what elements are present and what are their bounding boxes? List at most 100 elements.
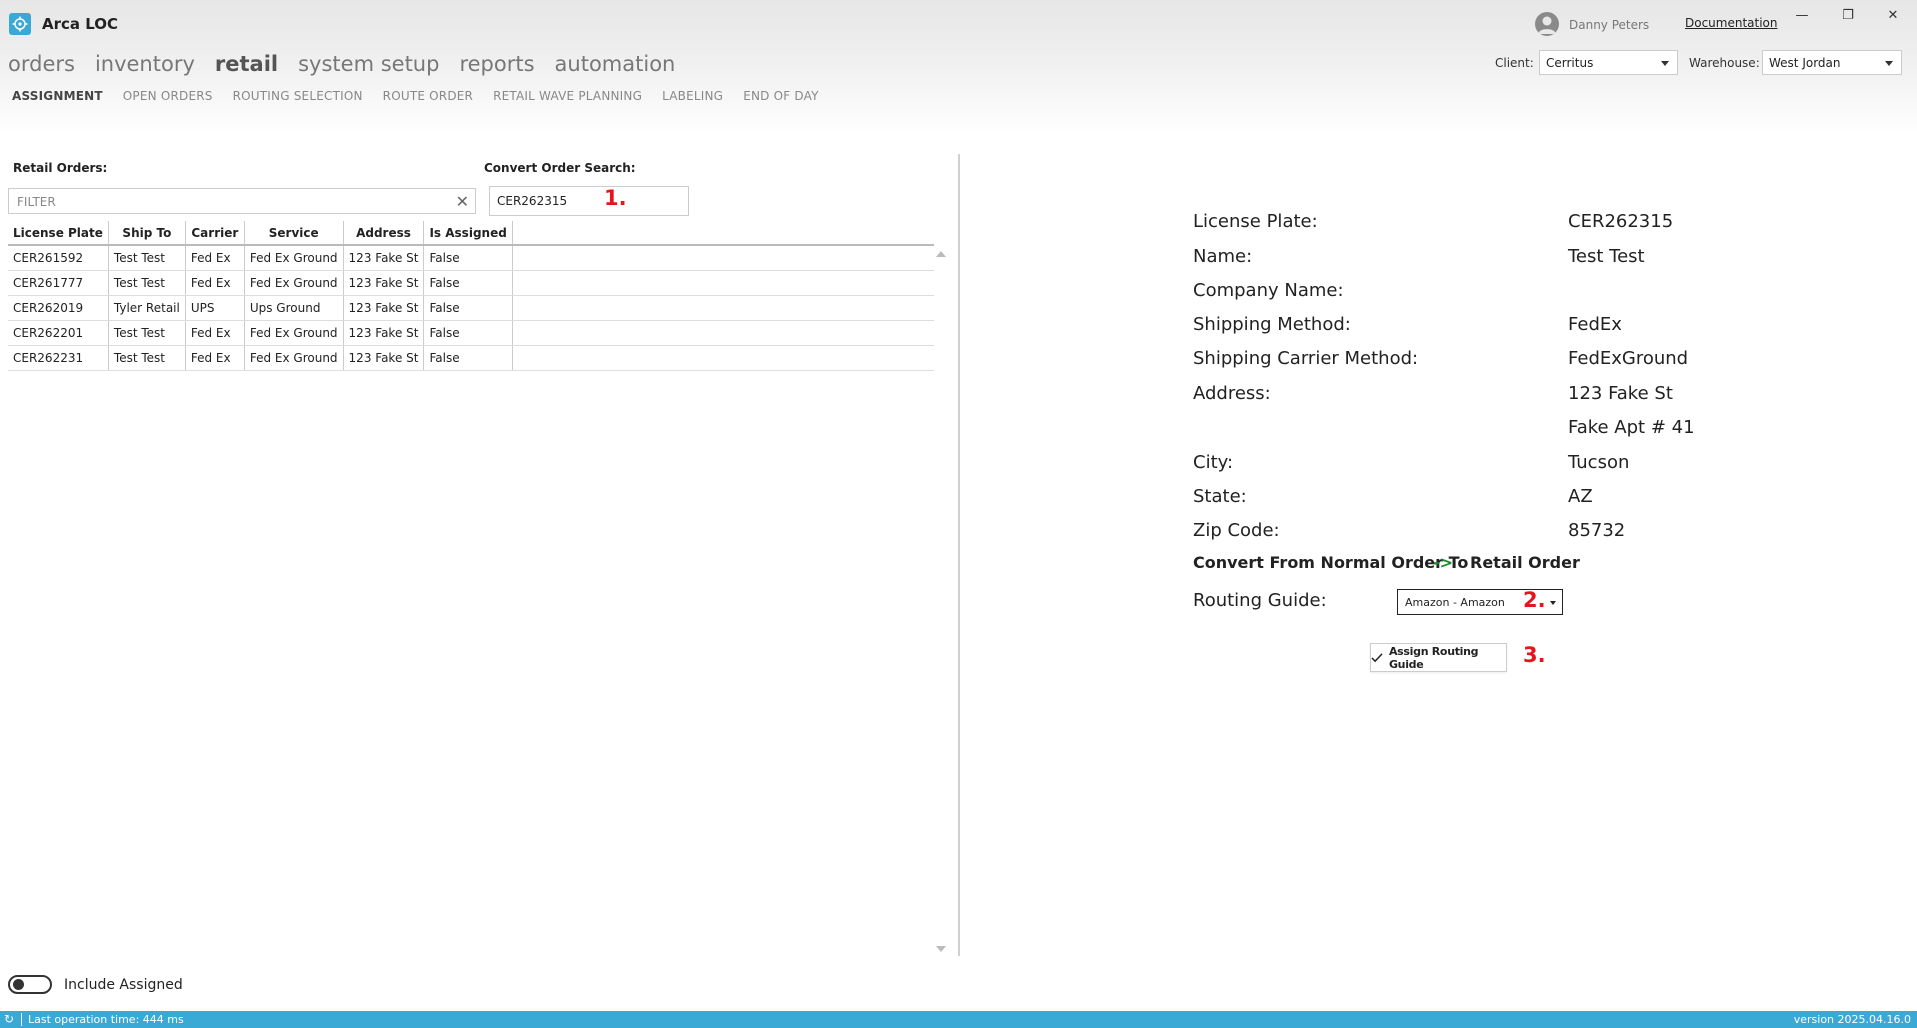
column-header-address[interactable]: Address — [343, 221, 425, 246]
client-select[interactable]: Cerritus — [1539, 50, 1678, 75]
cell-address: 123 Fake St — [343, 320, 425, 346]
cell-address: 123 Fake St — [343, 295, 425, 321]
minimize-button[interactable]: — — [1790, 6, 1814, 26]
address-line2-value: Fake Apt # 41 — [1568, 417, 1695, 438]
cell-service: Fed Ex Ground — [244, 245, 344, 271]
main-nav-system-setup[interactable]: system setup — [298, 52, 439, 76]
checkmark-icon — [1371, 653, 1383, 663]
column-header-ship-to[interactable]: Ship To — [108, 221, 186, 246]
cell-ship-to: Test Test — [108, 270, 186, 296]
cell-service: Fed Ex Ground — [244, 320, 344, 346]
chevron-down-icon — [1885, 61, 1893, 66]
main-nav-orders[interactable]: orders — [8, 52, 75, 76]
assign-routing-guide-button[interactable]: Assign Routing Guide — [1370, 643, 1507, 672]
warehouse-select[interactable]: West Jordan — [1762, 50, 1902, 75]
city-label: City: — [1193, 452, 1234, 473]
user-name: Danny Peters — [1569, 18, 1650, 32]
tab-open-orders[interactable]: OPEN ORDERS — [123, 89, 213, 103]
cell-license-plate: CER261777 — [8, 270, 109, 296]
tab-assignment[interactable]: ASSIGNMENT — [12, 89, 103, 103]
filter-input[interactable]: FILTER ✕ — [8, 188, 476, 214]
tab-route-order[interactable]: ROUTE ORDER — [383, 89, 473, 103]
tab-labeling[interactable]: LABELING — [662, 89, 723, 103]
convert-order-search-label: Convert Order Search: — [484, 161, 636, 175]
cell-carrier: Fed Ex — [185, 245, 245, 271]
convert-to-text: Retail Order — [1470, 553, 1580, 572]
cell-filler — [512, 295, 934, 321]
tab-retail-wave-planning[interactable]: RETAIL WAVE PLANNING — [493, 89, 642, 103]
main-nav: orders inventory retail system setup rep… — [8, 52, 695, 76]
cell-license-plate: CER262231 — [8, 345, 109, 371]
main-nav-automation[interactable]: automation — [555, 52, 676, 76]
cell-is-assigned: False — [423, 345, 513, 371]
shipping-carrier-method-value: FedExGround — [1568, 348, 1689, 369]
chevron-down-icon — [1550, 601, 1556, 605]
client-select-value: Cerritus — [1546, 56, 1594, 70]
panel-divider — [958, 154, 960, 956]
column-header-service[interactable]: Service — [244, 221, 344, 246]
clear-icon[interactable]: ✕ — [456, 192, 469, 211]
cell-ship-to: Test Test — [108, 245, 186, 271]
include-assigned-toggle[interactable] — [8, 975, 52, 994]
convert-arrow: -> — [1433, 553, 1454, 572]
filter-placeholder: FILTER — [17, 195, 56, 209]
convert-from-text: Convert From Normal Order To — [1193, 553, 1469, 572]
cell-address: 123 Fake St — [343, 345, 425, 371]
table-row[interactable]: CER262201 Test Test Fed Ex Fed Ex Ground… — [8, 320, 934, 346]
chevron-down-icon — [1661, 61, 1669, 66]
routing-guide-value: Amazon - Amazon — [1405, 596, 1505, 609]
city-value: Tucson — [1568, 452, 1630, 473]
status-bar: ↻ Last operation time: 444 ms version 20… — [0, 1011, 1917, 1028]
status-separator — [21, 1013, 22, 1026]
state-value: AZ — [1568, 486, 1593, 507]
cell-ship-to: Test Test — [108, 345, 186, 371]
main-nav-retail[interactable]: retail — [215, 52, 278, 76]
cell-license-plate: CER262201 — [8, 320, 109, 346]
toggle-knob — [13, 979, 24, 990]
main-nav-reports[interactable]: reports — [459, 52, 534, 76]
column-header-filler — [512, 221, 934, 246]
main-nav-inventory[interactable]: inventory — [95, 52, 195, 76]
column-header-license-plate[interactable]: License Plate — [8, 221, 109, 246]
license-plate-label: License Plate: — [1193, 211, 1318, 232]
table-row[interactable]: CER262231 Test Test Fed Ex Fed Ex Ground… — [8, 345, 934, 371]
column-header-carrier[interactable]: Carrier — [185, 221, 245, 246]
cell-carrier: Fed Ex — [185, 270, 245, 296]
scroll-down-arrow-icon[interactable] — [936, 946, 946, 952]
convert-order-search-input[interactable]: CER262315 — [489, 186, 689, 216]
cell-filler — [512, 345, 934, 371]
retail-orders-table: License Plate Ship To Carrier Service Ad… — [8, 221, 934, 371]
column-header-is-assigned[interactable]: Is Assigned — [423, 221, 513, 246]
table-header-row: License Plate Ship To Carrier Service Ad… — [8, 221, 934, 246]
version-text: version 2025.04.16.0 — [1793, 1013, 1911, 1026]
zip-code-label: Zip Code: — [1193, 520, 1280, 541]
cell-license-plate: CER261592 — [8, 245, 109, 271]
tab-routing-selection[interactable]: ROUTING SELECTION — [233, 89, 363, 103]
table-row[interactable]: CER261777 Test Test Fed Ex Fed Ex Ground… — [8, 270, 934, 296]
documentation-link[interactable]: Documentation — [1685, 16, 1778, 30]
cell-address: 123 Fake St — [343, 270, 425, 296]
routing-guide-label: Routing Guide: — [1193, 590, 1327, 611]
retail-orders-label: Retail Orders: — [13, 161, 108, 175]
close-button[interactable]: ✕ — [1881, 6, 1905, 26]
convert-order-search-value: CER262315 — [497, 194, 568, 208]
table-row[interactable]: CER261592 Test Test Fed Ex Fed Ex Ground… — [8, 245, 934, 271]
cell-license-plate: CER262019 — [8, 295, 109, 321]
cell-address: 123 Fake St — [343, 245, 425, 271]
user-avatar-icon[interactable] — [1535, 12, 1559, 36]
last-operation-time: Last operation time: 444 ms — [28, 1013, 184, 1026]
table-row[interactable]: CER262019 Tyler Retail UPS Ups Ground 12… — [8, 295, 934, 321]
cell-is-assigned: False — [423, 245, 513, 271]
cell-ship-to: Test Test — [108, 320, 186, 346]
restore-button[interactable]: ❐ — [1836, 6, 1860, 26]
scroll-up-arrow-icon[interactable] — [936, 251, 946, 257]
cell-service: Ups Ground — [244, 295, 344, 321]
warehouse-label: Warehouse: — [1689, 56, 1760, 70]
refresh-icon[interactable]: ↻ — [4, 1012, 14, 1026]
cell-service: Fed Ex Ground — [244, 270, 344, 296]
include-assigned-label: Include Assigned — [64, 977, 183, 993]
cell-is-assigned: False — [423, 270, 513, 296]
shipping-method-label: Shipping Method: — [1193, 314, 1351, 335]
cell-service: Fed Ex Ground — [244, 345, 344, 371]
tab-end-of-day[interactable]: END OF DAY — [743, 89, 818, 103]
